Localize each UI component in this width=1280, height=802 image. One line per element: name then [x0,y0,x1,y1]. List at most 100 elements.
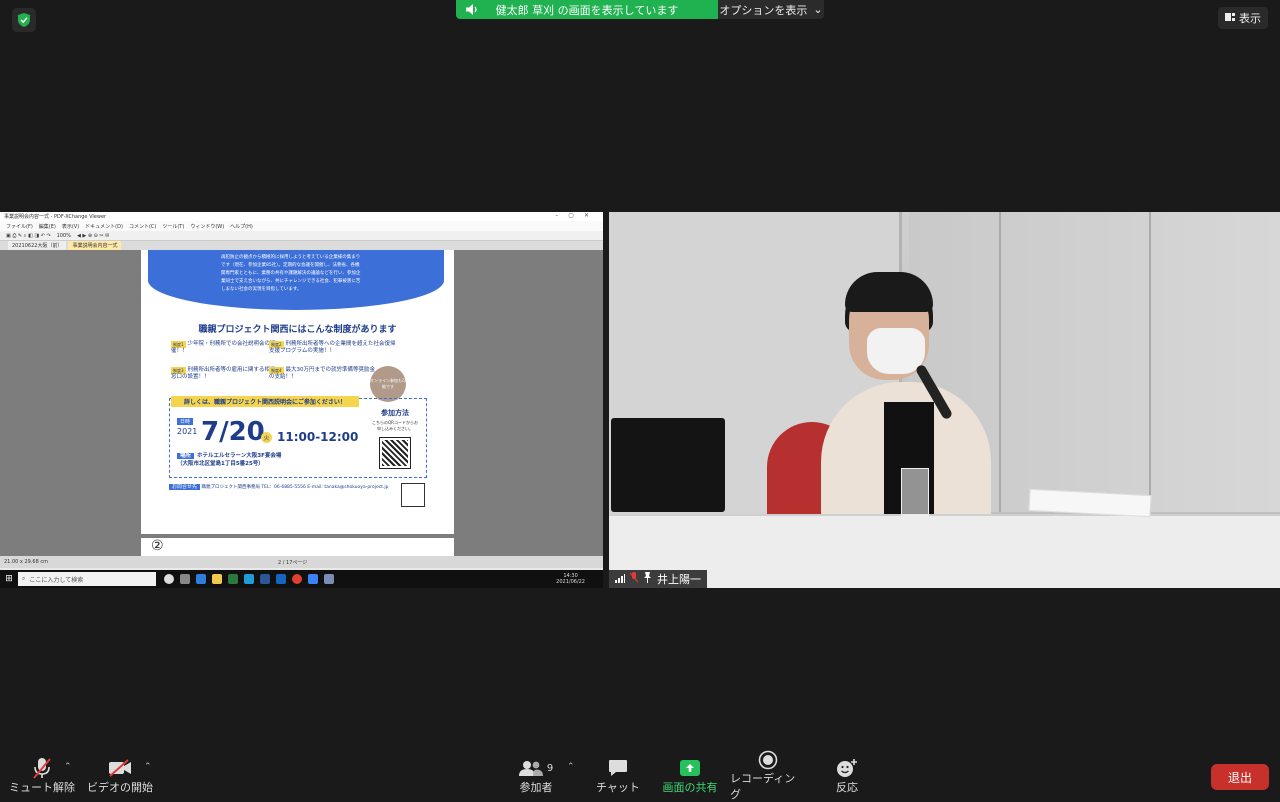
taskbar-apps [164,574,334,584]
pdf-tab-1: 20210622大阪（前） [8,241,67,250]
event-banner: 詳しくは、職親プロジェクト関西説明会にご参加ください！ [171,396,359,407]
participants-icon: 9 [518,757,554,779]
view-options-button[interactable]: オプションを表示 ⌄ [718,0,824,19]
participants-options-caret[interactable]: ⌃ [567,762,575,772]
excel-icon [228,574,238,584]
page-size: 21.00 x 29.68 cm [4,559,48,565]
pdf-status-bar: 21.00 x 29.68 cm 2 / 17ページ [0,556,603,568]
search-icon: ⌕ [22,575,26,582]
word-icon [260,574,270,584]
toolbar-icons-2: ◀ ▶ ⊕ ⊖ ✂ ✉ [76,232,110,239]
unmute-button[interactable]: ミュート解除 [8,752,76,800]
app-icon [244,574,254,584]
share-banner: 健太郎 草刈 の画面を表示しています オプションを表示 ⌄ [456,0,824,19]
zoom-value: 100% [56,232,71,239]
pdf-document-area: 再犯防止の観点から積極的に採用しようと考えている企業様の集まりです（現在、参加企… [0,250,603,568]
table [609,514,1280,588]
participants-count: 9 [546,762,554,774]
flyer-item: 制度4 最大30万円までの就労準備等奨励金の支給！！ [269,367,379,381]
menu-edit: 編集(E) [38,223,56,230]
venue-address: （大阪市北区堂島1丁目5番25号） [177,461,264,467]
item-text: 少年院・刑務所での会社説明会の開催！！ [171,341,276,354]
share-screen-label: 画面の共有 [662,781,718,794]
join-text: こちらのQRコードからお申し込みください。 [372,420,418,431]
pdf-tabs: 20210622大阪（前） 事業説明会内容一式 [0,241,603,250]
flyer-item: 制度1 少年院・刑務所での会社説明会の開催！！ [171,341,281,355]
menu-help: ヘルプ(H) [230,223,253,230]
menu-view: 表示(V) [61,223,80,230]
menu-document: ドキュメント(D) [85,223,123,230]
taskbar-clock: 14:30 2021/06/22 [556,573,585,585]
pdf-toolbar: ▣ ⎙ ✎ ⌕ ◧ ◨ ↶ ↷ 100% ◀ ▶ ⊕ ⊖ ✂ ✉ [0,231,603,241]
person-hair-top [845,272,933,312]
item-badge: 制度1 [171,341,186,348]
audio-options-caret[interactable]: ⌃ [64,762,72,772]
item-text: 刑務所出所者等の雇用に関する相談窓口の設置！！ [171,367,276,380]
wall-seam [1149,212,1151,512]
join-title: 参加方法 [381,409,409,417]
event-time: 11:00-12:00 [277,430,359,444]
taskbar-search: ⌕ ここに入力して検索 [18,572,156,586]
wall-seam [999,212,1001,512]
view-button[interactable]: 表示 [1218,7,1268,29]
chrome-icon [292,574,302,584]
flyer-page: 再犯防止の観点から積極的に採用しようと考えている企業様の集まりです（現在、参加企… [141,250,454,534]
pdf-viewer-icon [324,574,334,584]
flyer-item: 制度2 刑務所出所者等への企業間を超えた社会復帰支援プログラムの実施！！ [269,341,399,355]
taskbar-search-text: ここに入力して検索 [29,576,84,584]
view-options-label: オプションを表示 [719,3,808,17]
contact-tag: お問合せ先 [169,484,201,490]
edge-icon [196,574,206,584]
logo-box [401,483,425,507]
chat-icon [608,757,628,779]
outlook-icon [276,574,286,584]
start-video-label: ビデオの開始 [87,781,153,794]
explorer-icon [212,574,222,584]
qr-code-icon [379,437,411,469]
toolbar-icons: ▣ ⎙ ✎ ⌕ ◧ ◨ ↶ ↷ [6,232,51,239]
view-button-label: 表示 [1239,12,1261,25]
speaker-icon [466,4,478,18]
participant-name-tag: 井上陽一 [609,570,707,588]
video-off-icon [108,757,132,779]
record-label: レコーディング [730,772,796,801]
share-banner-text: 健太郎 草刈 の画面を表示しています [495,3,679,17]
cortana-icon [164,574,174,584]
event-weekday: 火 [261,432,272,443]
flyer-heading: 職親プロジェクト関西にはこんな制度があります [198,325,397,335]
participant-video[interactable]: 井上陽一 [609,212,1280,588]
participants-button[interactable]: 9 参加者 [506,752,566,800]
signal-icon [615,573,625,586]
contact-text: 職親プロジェクト関西事務局 TEL：06-6885-5556 E-mail: t… [201,485,389,490]
water-glass [901,468,929,516]
meeting-toolbar: ミュート解除 ⌃ ビデオの開始 ⌃ 9 参加者 ⌃ チャット 画面の共有 レコー… [0,750,1280,801]
pdf-window-titlebar: 事業説明会内容一式 - PDF-XChange Viewer –▢✕ [0,212,603,221]
flyer-item: 制度3 刑務所出所者等の雇用に関する相談窓口の設置！！ [171,367,281,381]
pdf-window-title: 事業説明会内容一式 - PDF-XChange Viewer [4,214,107,220]
share-status: 健太郎 草刈 の画面を表示しています [456,0,718,19]
taskview-icon [180,574,190,584]
video-options-caret[interactable]: ⌃ [144,762,152,772]
reactions-label: 反応 [836,781,858,794]
chat-label: チャット [596,781,640,794]
participants-label: 参加者 [519,781,553,794]
pin-icon [643,572,652,586]
date-tag: 日時 [177,418,194,425]
chat-button[interactable]: チャット [590,752,646,800]
page-indicator: 2 / 17ページ [277,559,308,566]
event-year: 2021 [177,427,198,436]
share-screen-button[interactable]: 画面の共有 [660,752,720,800]
mic-muted-icon [32,757,52,779]
reactions-button[interactable]: 反応 [826,752,868,800]
record-button[interactable]: レコーディング [730,750,806,801]
start-video-button[interactable]: ビデオの開始 [86,752,154,800]
muted-mic-icon [629,572,639,586]
security-shield-icon[interactable] [12,8,36,32]
windows-start-icon: ⊞ [5,574,13,584]
leave-meeting-button[interactable]: 退出 [1211,764,1269,790]
online-bubble: オンライン参加も可能です [370,366,406,402]
menu-tools: ツール(T) [162,223,185,230]
event-date: 7/20 [201,417,265,447]
menu-window: ウィンドウ(W) [190,223,225,230]
item-badge: 制度4 [269,367,284,374]
